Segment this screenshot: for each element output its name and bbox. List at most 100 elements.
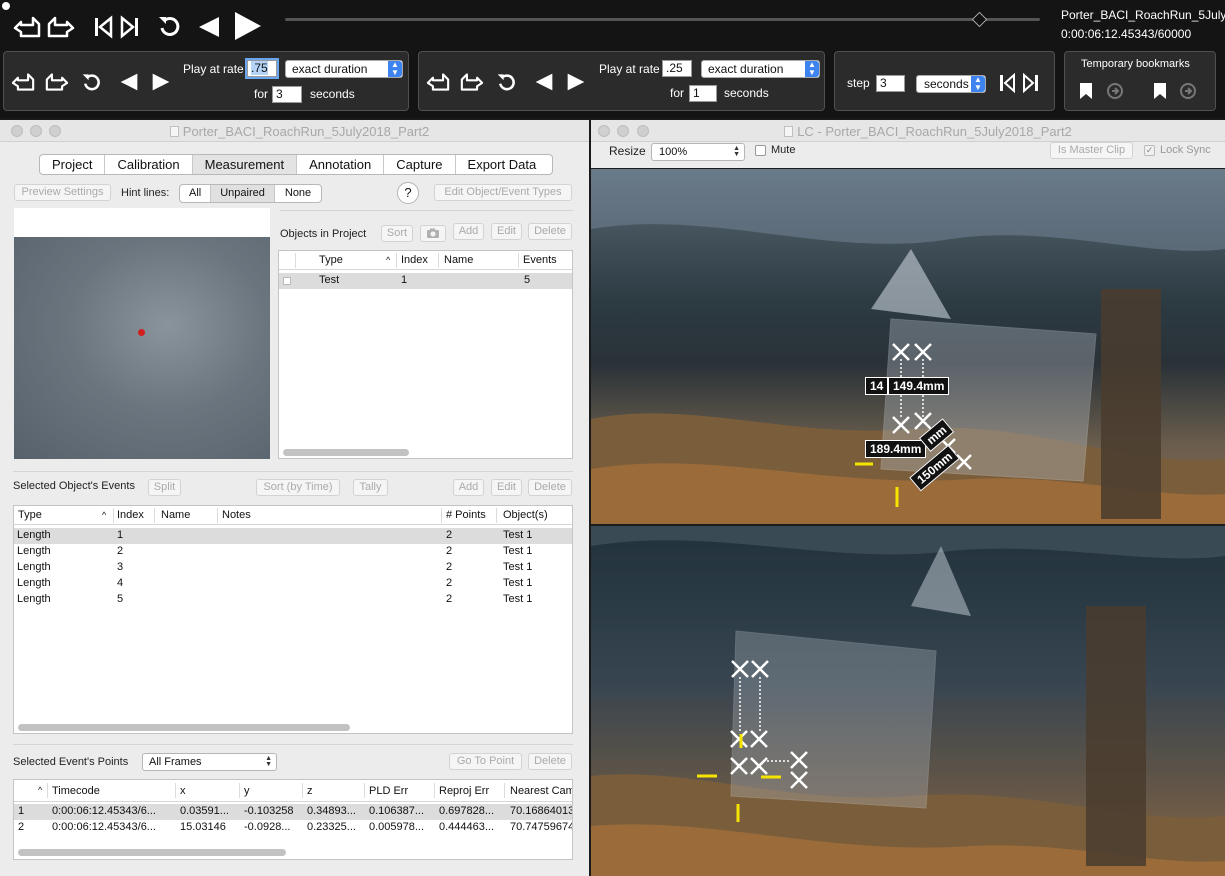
mute-checkbox[interactable]: [755, 145, 766, 156]
col-y[interactable]: y: [244, 785, 250, 797]
split-button[interactable]: Split: [148, 479, 181, 496]
col-type[interactable]: Type: [18, 509, 42, 521]
skip-to-start-icon[interactable]: [92, 14, 114, 40]
bookmark-icon[interactable]: [1077, 80, 1095, 102]
resize-select[interactable]: 100% ▲ ▼: [651, 143, 745, 161]
col-reproj-err[interactable]: Reproj Err: [439, 785, 489, 797]
duration-mode-value: exact duration: [292, 62, 368, 76]
points-hscrollbar[interactable]: [18, 849, 286, 856]
hint-none-option[interactable]: None: [275, 185, 321, 202]
replay-icon[interactable]: [156, 12, 184, 40]
bookmark-icon[interactable]: [1151, 80, 1169, 102]
col-z[interactable]: z: [307, 785, 313, 797]
preview-settings-button[interactable]: Preview Settings: [14, 184, 111, 201]
col-points[interactable]: # Points: [446, 509, 486, 521]
objects-hscrollbar[interactable]: [283, 449, 409, 456]
edit-object-button[interactable]: Edit: [491, 223, 522, 240]
object-index: 1: [401, 274, 408, 286]
add-object-button[interactable]: Add: [453, 223, 484, 240]
play-reverse-icon[interactable]: [118, 71, 140, 93]
col-x[interactable]: x: [180, 785, 186, 797]
rate-input[interactable]: .25: [662, 60, 692, 77]
play-icon[interactable]: [150, 71, 172, 93]
col-timecode[interactable]: Timecode: [52, 785, 100, 797]
step-unit-select[interactable]: seconds ▲ ▼: [916, 75, 986, 93]
edit-types-button[interactable]: Edit Object/Event Types: [434, 184, 572, 201]
events-hscrollbar[interactable]: [18, 724, 350, 731]
point-x: 15.03146: [180, 821, 226, 833]
tally-button[interactable]: Tally: [353, 479, 388, 496]
timeline-track[interactable]: [285, 18, 1040, 21]
skip-to-end-icon[interactable]: [119, 14, 141, 40]
step-back-hand-icon[interactable]: [12, 12, 42, 42]
duration-mode-select[interactable]: exact duration ▲ ▼: [701, 60, 820, 78]
col-notes[interactable]: Notes: [222, 509, 251, 521]
tab-measurement[interactable]: Measurement: [192, 155, 298, 174]
camera-button[interactable]: [420, 225, 446, 242]
delete-point-button[interactable]: Delete: [528, 753, 572, 770]
step-forward-hand-icon[interactable]: [459, 70, 485, 94]
for-seconds-input[interactable]: 3: [272, 86, 302, 103]
go-to-point-button[interactable]: Go To Point: [449, 753, 522, 770]
play-reverse-icon[interactable]: [533, 71, 555, 93]
step-forward-hand-icon[interactable]: [46, 12, 76, 42]
master-clip-button[interactable]: Is Master Clip: [1050, 142, 1133, 159]
step-forward-frame-icon[interactable]: [1022, 72, 1040, 94]
col-events[interactable]: Events: [523, 254, 557, 266]
delete-object-button[interactable]: Delete: [528, 223, 572, 240]
frames-select[interactable]: All Frames ▲ ▼: [142, 753, 277, 771]
col-name[interactable]: Name: [161, 509, 190, 521]
add-event-button[interactable]: Add: [453, 479, 484, 496]
event-row[interactable]: Length 1 2 Test 1: [14, 528, 572, 544]
go-to-bookmark-icon[interactable]: [1178, 81, 1198, 101]
rate-input[interactable]: .75: [247, 60, 277, 77]
play-icon[interactable]: [232, 10, 264, 42]
step-back-frame-icon[interactable]: [998, 72, 1016, 94]
col-objects[interactable]: Object(s): [503, 509, 548, 521]
event-row[interactable]: Length 3 2 Test 1: [14, 560, 572, 576]
sort-by-time-button[interactable]: Sort (by Time): [256, 479, 340, 496]
for-seconds-input[interactable]: 1: [689, 85, 717, 102]
col-index[interactable]: Index: [117, 509, 144, 521]
select-arrows-icon: ▲ ▼: [388, 61, 402, 77]
replay-icon[interactable]: [80, 70, 104, 94]
tab-capture[interactable]: Capture: [384, 155, 456, 174]
replay-icon[interactable]: [495, 70, 519, 94]
tab-project[interactable]: Project: [40, 155, 106, 174]
play-icon[interactable]: [565, 71, 587, 93]
help-button[interactable]: ?: [397, 182, 419, 204]
step-forward-hand-icon[interactable]: [44, 70, 70, 94]
lock-sync-checkbox[interactable]: ✓: [1144, 145, 1155, 156]
col-index[interactable]: Index: [401, 254, 428, 266]
col-type[interactable]: Type: [319, 254, 343, 266]
event-row[interactable]: Length 4 2 Test 1: [14, 576, 572, 592]
row-checkbox[interactable]: [283, 277, 291, 285]
event-row[interactable]: Length 2 2 Test 1: [14, 544, 572, 560]
hint-all-option[interactable]: All: [180, 185, 212, 202]
tab-calibration[interactable]: Calibration: [105, 155, 193, 174]
step-back-hand-icon[interactable]: [425, 70, 451, 94]
camera-view-right[interactable]: [591, 526, 1225, 876]
col-nearest-cam[interactable]: Nearest Cam: [510, 785, 572, 797]
col-name[interactable]: Name: [444, 254, 473, 266]
tab-annotation[interactable]: Annotation: [297, 155, 385, 174]
sort-objects-button[interactable]: Sort: [381, 225, 413, 242]
delete-event-button[interactable]: Delete: [528, 479, 572, 496]
duration-mode-select[interactable]: exact duration ▲ ▼: [285, 60, 403, 78]
edit-event-button[interactable]: Edit: [491, 479, 522, 496]
point-row[interactable]: 1 0:00:06:12.45343/6... 0.03591... -0.10…: [14, 804, 572, 820]
camera-view-left[interactable]: 14 149.4mm 189.4mm mm 150mm: [591, 169, 1225, 524]
timeline-playhead[interactable]: [971, 11, 988, 28]
event-row[interactable]: Length 5 2 Test 1: [14, 592, 572, 608]
step-input[interactable]: 3: [876, 75, 905, 92]
hint-unpaired-option[interactable]: Unpaired: [211, 185, 275, 202]
step-unit-value: seconds: [924, 77, 969, 91]
tab-export-data[interactable]: Export Data: [456, 155, 549, 174]
close-icon[interactable]: [2, 2, 10, 10]
go-to-bookmark-icon[interactable]: [1105, 81, 1125, 101]
col-pld-err[interactable]: PLD Err: [369, 785, 408, 797]
object-row[interactable]: Test 1 5: [279, 273, 572, 289]
play-reverse-icon[interactable]: [196, 14, 222, 40]
step-back-hand-icon[interactable]: [10, 70, 36, 94]
point-row[interactable]: 2 0:00:06:12.45343/6... 15.03146 -0.0928…: [14, 820, 572, 836]
